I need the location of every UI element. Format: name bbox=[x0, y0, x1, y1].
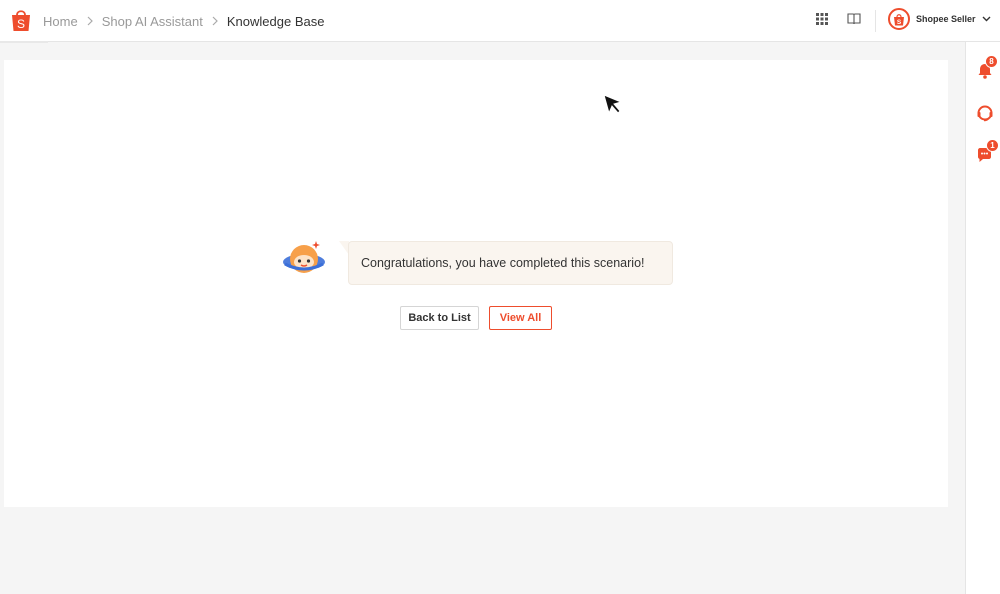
divider bbox=[875, 10, 876, 32]
svg-text:S: S bbox=[17, 17, 25, 31]
back-to-list-button[interactable]: Back to List bbox=[400, 306, 479, 330]
chat-badge: 1 bbox=[986, 139, 999, 152]
breadcrumb-home[interactable]: Home bbox=[43, 14, 78, 29]
view-all-button[interactable]: View All bbox=[489, 306, 552, 330]
breadcrumb: Home Shop AI Assistant Knowledge Base bbox=[43, 0, 324, 42]
chevron-down-icon bbox=[982, 16, 991, 22]
shop-avatar-icon: S bbox=[888, 8, 910, 30]
cursor-icon bbox=[603, 94, 623, 115]
notification-badge: 8 bbox=[985, 55, 998, 68]
svg-text:S: S bbox=[897, 19, 902, 26]
completion-message: Congratulations, you have completed this… bbox=[361, 256, 645, 270]
account-name: Shopee Seller bbox=[916, 14, 976, 24]
headset-icon[interactable] bbox=[976, 104, 994, 122]
apps-grid-icon[interactable] bbox=[815, 12, 829, 26]
tab-indicator bbox=[0, 41, 48, 43]
breadcrumb-shop-ai-assistant[interactable]: Shop AI Assistant bbox=[102, 14, 203, 29]
top-bar: S Home Shop AI Assistant Knowledge Base bbox=[0, 0, 1000, 42]
chevron-right-icon bbox=[203, 16, 227, 26]
mascot-icon bbox=[283, 241, 325, 273]
shopee-logo-icon[interactable]: S bbox=[10, 8, 32, 32]
top-actions bbox=[815, 12, 861, 26]
chevron-right-icon bbox=[78, 16, 102, 26]
book-icon[interactable] bbox=[847, 12, 861, 26]
right-sidebar: 8 1 bbox=[965, 42, 1000, 594]
message-bubble: Congratulations, you have completed this… bbox=[348, 241, 673, 285]
account-menu[interactable]: S Shopee Seller bbox=[888, 8, 991, 30]
breadcrumb-knowledge-base: Knowledge Base bbox=[226, 13, 325, 29]
